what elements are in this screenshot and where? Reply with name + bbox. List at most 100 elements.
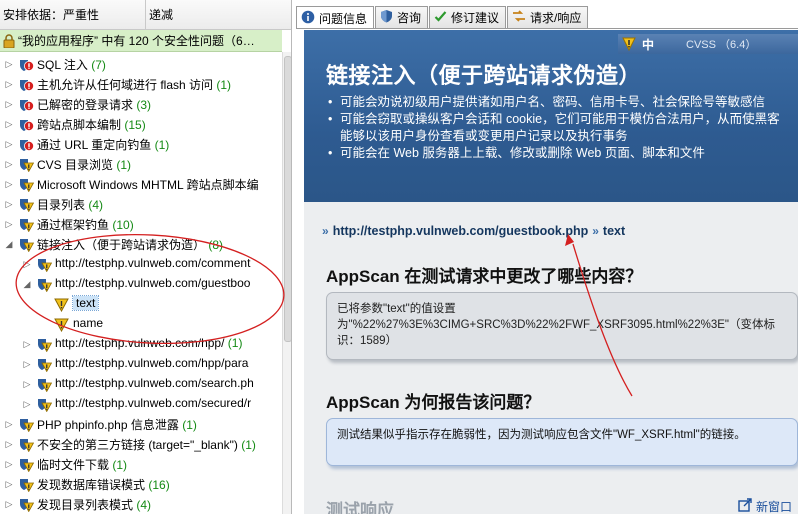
tree-item[interactable]: ▷ 主机允许从任何域进行 flash 访问 (1) <box>0 74 280 94</box>
collapsed-arrow-icon[interactable]: ▷ <box>22 379 32 389</box>
tree-item[interactable]: ▷ SQL 注入 (7) <box>0 54 280 74</box>
tree-item[interactable]: ▷ http://testphp.vulnweb.com/secured/r <box>0 394 280 414</box>
issue-location: » http://testphp.vulnweb.com/guestbook.p… <box>322 224 625 238</box>
collapsed-arrow-icon[interactable]: ▷ <box>22 259 32 269</box>
expanded-arrow-icon[interactable]: ◢ <box>4 239 14 249</box>
tree-item[interactable]: ▷ 不安全的第三方链接 (target="_blank") (1) <box>0 434 280 454</box>
tab-advisory[interactable]: 咨询 <box>375 6 429 28</box>
collapsed-arrow-icon[interactable]: ▷ <box>4 119 14 129</box>
tree-item[interactable]: ▷ http://testphp.vulnweb.com/hpp/ (1) <box>0 334 280 354</box>
double-chevron-icon: » <box>592 224 599 238</box>
summary-bar: “我的应用程序” 中有 120 个安全性问题（6… <box>0 30 282 52</box>
tab-request-response[interactable]: 请求/响应 <box>507 6 589 28</box>
tree-item-count: (1) <box>116 158 132 172</box>
risk-item: 可能会劝说初级用户提供诸如用户名、密码、信用卡号、社会保险号等敏感信 <box>326 94 792 111</box>
collapsed-arrow-icon[interactable]: ▷ <box>4 439 14 449</box>
changed-box: 已将参数"text"的值设置为"%22%27%3E%3CIMG+SRC%3D%2… <box>326 292 798 360</box>
collapsed-arrow-icon[interactable]: ▷ <box>4 219 14 229</box>
tree-item[interactable]: ▷ 临时文件下载 (1) <box>0 454 280 474</box>
tree-item[interactable]: ▷ http://testphp.vulnweb.com/search.ph <box>0 374 280 394</box>
location-url[interactable]: http://testphp.vulnweb.com/guestbook.php <box>333 224 589 238</box>
collapsed-arrow-icon[interactable]: ▷ <box>4 199 14 209</box>
tree-item-text: http://testphp.vulnweb.com/comment <box>55 256 251 270</box>
tree-item-count: (3) <box>136 98 152 112</box>
tree-item-count: (15) <box>124 118 146 132</box>
tree-item[interactable]: ▷ 发现目录列表模式 (4) <box>0 494 280 514</box>
check-icon <box>434 10 447 26</box>
medium-severity-icon <box>36 377 53 393</box>
tree-item[interactable]: ◢ http://testphp.vulnweb.com/guestboo <box>0 274 280 294</box>
tree-item-label: http://testphp.vulnweb.com/search.ph <box>55 376 254 390</box>
tree-scrollbar[interactable] <box>282 52 291 514</box>
tree-item[interactable]: ▷ CVS 目录浏览 (1) <box>0 154 280 174</box>
risk-item: 可能会在 Web 服务器上上载、修改或删除 Web 页面、脚本和文件 <box>326 145 792 162</box>
tree-item-label: text <box>71 295 100 311</box>
summary-text: “我的应用程序” 中有 120 个安全性问题（6… <box>18 34 255 48</box>
sort-by-column[interactable]: 安排依据：严重性 <box>0 0 146 29</box>
tree-item[interactable]: ▷ 通过 URL 重定向钓鱼 (1) <box>0 134 280 154</box>
tree-item-label: http://testphp.vulnweb.com/comment <box>55 256 250 270</box>
tree-item-label: http://testphp.vulnweb.com/secured/r <box>55 396 251 410</box>
medium-severity-icon <box>18 497 35 513</box>
tree-item[interactable]: ▷ 目录列表 (4) <box>0 194 280 214</box>
tree-item[interactable]: ▷ 跨站点脚本编制 (15) <box>0 114 280 134</box>
collapsed-arrow-icon[interactable]: ▷ <box>4 139 14 149</box>
collapsed-arrow-icon[interactable]: ▷ <box>4 59 14 69</box>
medium-severity-icon <box>36 337 53 353</box>
issue-tree-pane: 安排依据：严重性 递减 “我的应用程序” 中有 120 个安全性问题（6… ▷ S… <box>0 0 292 514</box>
sort-order-column[interactable]: 递减 <box>146 0 291 29</box>
tree-param-item[interactable]: name <box>0 314 280 334</box>
tree-item[interactable]: ▷ http://testphp.vulnweb.com/comment <box>0 254 280 274</box>
tree-item-text: 发现数据库错误模式 <box>37 478 146 492</box>
shield-icon <box>380 9 393 26</box>
medium-severity-icon <box>18 417 35 433</box>
collapsed-arrow-icon[interactable]: ▷ <box>4 479 14 489</box>
tree-item-label: 已解密的登录请求 (3) <box>37 96 151 113</box>
collapsed-arrow-icon[interactable]: ▷ <box>4 419 14 429</box>
issue-tree: ▷ SQL 注入 (7) ▷ 主机允许从任何域进行 flash 访问 (1) ▷ 已解密的… <box>0 54 280 514</box>
tree-item-label: http://testphp.vulnweb.com/guestboo <box>55 276 250 290</box>
tree-item-label: 发现目录列表模式 (4) <box>37 496 151 513</box>
tab-fix-recommendation[interactable]: 修订建议 <box>429 6 507 28</box>
tree-item-text: http://testphp.vulnweb.com/hpp/para <box>55 356 249 370</box>
medium-severity-icon <box>36 357 53 373</box>
why-heading: AppScan 为何报告该问题？ <box>326 393 541 412</box>
severity-level: 中 <box>642 37 655 52</box>
tree-item-text: PHP phpinfo.php 信息泄露 <box>37 418 179 432</box>
tree-item-count: (8) <box>208 238 224 252</box>
tree-item[interactable]: ▷ 通过框架钓鱼 (10) <box>0 214 280 234</box>
medium-severity-icon <box>36 257 53 273</box>
tab-label: 请求/响应 <box>530 11 582 25</box>
collapsed-arrow-icon[interactable]: ▷ <box>4 499 14 509</box>
tree-item[interactable]: ▷ PHP phpinfo.php 信息泄露 (1) <box>0 414 280 434</box>
issue-risks: 可能会劝说初级用户提供诸如用户名、密码、信用卡号、社会保险号等敏感信 可能会窃取… <box>326 94 792 162</box>
tree-item-count: (1) <box>216 78 232 92</box>
collapsed-arrow-icon[interactable]: ▷ <box>22 339 32 349</box>
tree-item[interactable]: ▷ http://testphp.vulnweb.com/hpp/para <box>0 354 280 374</box>
expanded-arrow-icon[interactable]: ◢ <box>22 279 32 289</box>
collapsed-arrow-icon[interactable]: ▷ <box>4 459 14 469</box>
response-heading: 测试响应 <box>326 501 394 514</box>
collapsed-arrow-icon[interactable]: ▷ <box>4 79 14 89</box>
tree-item[interactable]: ▷ Microsoft Windows MHTML 跨站点脚本编 <box>0 174 280 194</box>
tree-param-item[interactable]: text <box>0 294 280 314</box>
issue-title: 链接注入（便于跨站请求伪造） <box>326 63 642 88</box>
tree-item-label: 跨站点脚本编制 (15) <box>37 116 146 133</box>
collapsed-arrow-icon[interactable]: ▷ <box>4 179 14 189</box>
tree-item[interactable]: ◢ 链接注入（便于跨站请求伪造） (8) <box>0 234 280 254</box>
tree-item-count: (4) <box>88 198 104 212</box>
scrollbar-thumb[interactable] <box>284 56 291 342</box>
tree-item[interactable]: ▷ 发现数据库错误模式 (16) <box>0 474 280 494</box>
new-window-link[interactable]: 新窗口 <box>738 498 792 514</box>
location-param[interactable]: text <box>603 224 625 238</box>
collapsed-arrow-icon[interactable]: ▷ <box>4 99 14 109</box>
tab-issue-info[interactable]: 问题信息 <box>296 6 375 29</box>
collapsed-arrow-icon[interactable]: ▷ <box>22 359 32 369</box>
collapsed-arrow-icon[interactable]: ▷ <box>22 399 32 409</box>
medium-severity-icon <box>18 477 35 493</box>
tree-item-label: CVS 目录浏览 (1) <box>37 156 131 173</box>
tree-item[interactable]: ▷ 已解密的登录请求 (3) <box>0 94 280 114</box>
collapsed-arrow-icon[interactable]: ▷ <box>4 159 14 169</box>
tree-item-text: SQL 注入 <box>37 58 88 72</box>
why-text: 测试结果似乎指示存在脆弱性，因为测试响应包含文件"WF_XSRF.html"的链… <box>337 429 746 441</box>
